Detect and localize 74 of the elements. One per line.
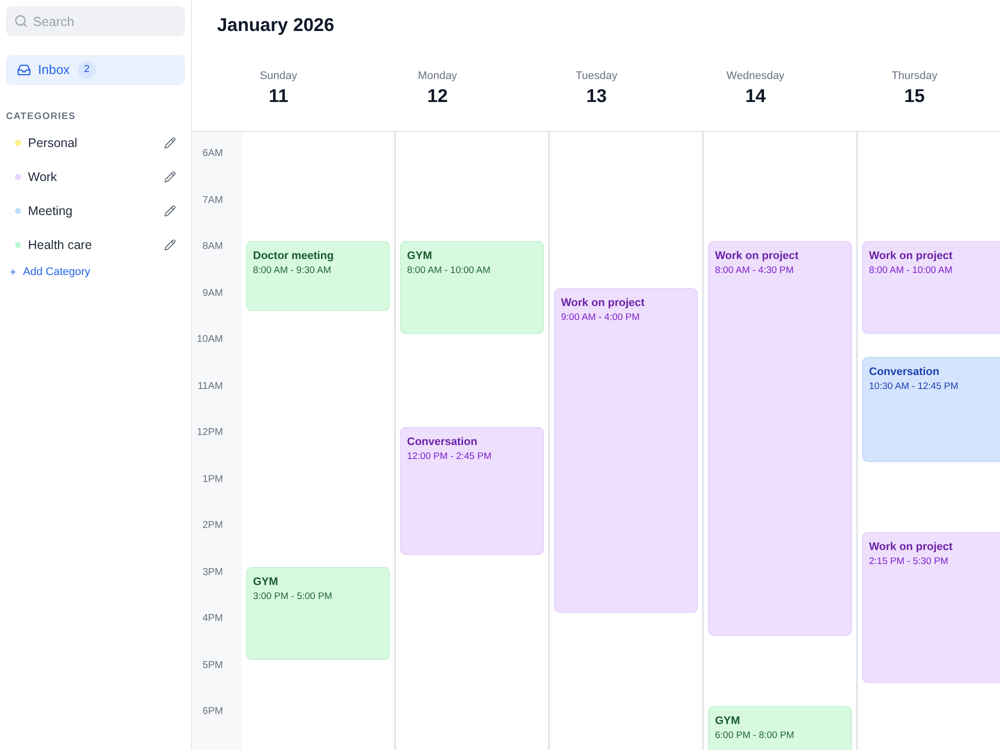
event-time: 10:30 AM - 12:45 PM (869, 381, 958, 394)
event-card[interactable]: GYM 3:00 PM - 5:00 PM (246, 566, 390, 660)
edit-category-button[interactable] (163, 238, 176, 252)
edit-category-button[interactable] (163, 170, 176, 184)
day-name: Wednesday (726, 69, 784, 84)
search-icon (14, 14, 28, 28)
hour-label: 3PM (202, 566, 223, 578)
day-name: Monday (418, 69, 458, 84)
day-date: 11 (268, 85, 288, 107)
pencil-icon (164, 171, 176, 183)
day-name: Thursday (892, 69, 938, 84)
event-title: Conversation (407, 436, 478, 449)
event-time: 12:00 PM - 2:45 PM (407, 451, 492, 463)
event-card[interactable]: GYM 8:00 AM - 10:00 AM (400, 241, 544, 334)
event-time: 6:00 PM - 8:00 PM (715, 730, 794, 742)
event-title: Work on project (869, 540, 953, 554)
pencil-icon (164, 239, 176, 251)
hour-label: 7AM (202, 194, 223, 206)
event-title: GYM (715, 715, 740, 728)
event-title: Work on project (561, 296, 645, 310)
hour-label: 6PM (202, 706, 223, 718)
hour-label: 1PM (202, 474, 223, 486)
hour-label: 12PM (196, 427, 223, 439)
day-name: Sunday (260, 69, 298, 84)
hour-label: 10AM (196, 334, 223, 346)
edit-category-button[interactable] (163, 204, 176, 218)
hour-label: 4PM (202, 613, 223, 625)
event-time: 3:00 PM - 5:00 PM (253, 590, 332, 602)
categories-heading: CATEGORIES (6, 111, 76, 123)
event-card[interactable]: Conversation 12:00 PM - 2:45 PM (400, 427, 544, 555)
inbox-item[interactable]: Inbox 2 (6, 55, 185, 85)
month-title: January 2026 (217, 13, 334, 37)
search-field[interactable]: Search (6, 6, 185, 36)
day-date: 15 (904, 85, 925, 107)
event-time: 2:15 PM - 5:30 PM (869, 556, 948, 568)
event-title: Doctor meeting (253, 250, 334, 263)
day-date: 14 (745, 85, 766, 107)
category-name[interactable]: Work (28, 169, 57, 185)
edit-category-button[interactable] (163, 136, 176, 150)
event-card[interactable]: Work on project 8:00 AM - 10:00 AM (862, 241, 1000, 334)
plus-icon (9, 268, 17, 276)
event-card[interactable]: Work on project 9:00 AM - 4:00 PM (554, 288, 698, 613)
event-time: 8:00 AM - 10:00 AM (869, 265, 952, 277)
event-title: Work on project (715, 250, 799, 263)
add-category-button[interactable]: Add Category (9, 265, 90, 279)
category-name[interactable]: Personal (28, 135, 78, 151)
hour-label: 9AM (202, 288, 223, 300)
event-title: Conversation (869, 366, 940, 380)
event-title: GYM (253, 576, 278, 588)
event-card[interactable]: Work on project 2:15 PM - 5:30 PM (862, 532, 1000, 683)
hour-label: 8AM (202, 241, 223, 253)
event-time: 8:00 AM - 9:30 AM (253, 265, 332, 277)
event-title: Work on project (869, 250, 953, 263)
event-title: GYM (407, 250, 432, 263)
hour-label: 5PM (202, 660, 223, 672)
day-name: Tuesday (576, 69, 618, 84)
hour-label: 6AM (202, 148, 223, 160)
event-card[interactable]: Work on project 8:00 AM - 4:30 PM (708, 241, 852, 636)
event-time: 9:00 AM - 4:00 PM (561, 312, 640, 324)
pencil-icon (164, 137, 176, 149)
inbox-icon (17, 63, 31, 77)
event-time: 8:00 AM - 4:30 PM (715, 265, 794, 277)
hour-label: 2PM (202, 520, 223, 532)
count-badge: 2 (78, 61, 96, 79)
category-name[interactable]: Health care (28, 237, 92, 253)
event-card[interactable]: Conversation 10:30 AM - 12:45 PM (862, 357, 1000, 462)
hour-label: 11AM (198, 380, 223, 392)
event-card[interactable]: Doctor meeting 8:00 AM - 9:30 AM (246, 241, 390, 311)
category-name[interactable]: Meeting (28, 203, 72, 219)
day-date: 13 (586, 85, 607, 107)
event-time: 8:00 AM - 10:00 AM (407, 265, 490, 277)
day-date: 12 (427, 85, 448, 107)
event-card[interactable]: GYM 6:00 PM - 8:00 PM (708, 706, 852, 750)
pencil-icon (164, 205, 176, 217)
